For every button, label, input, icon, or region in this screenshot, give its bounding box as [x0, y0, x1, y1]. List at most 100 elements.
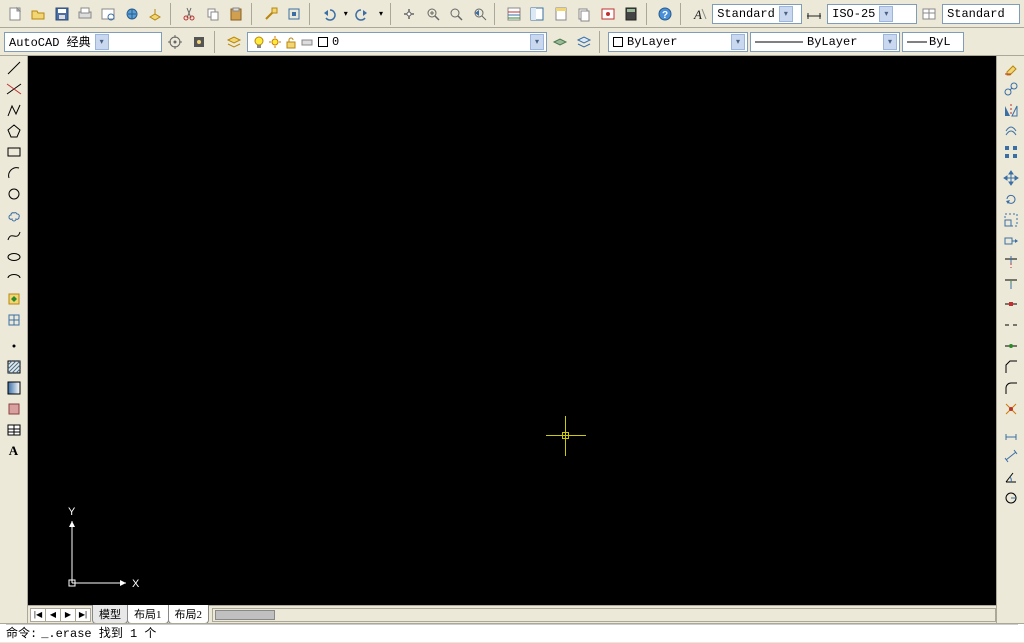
markup-button[interactable]: [597, 3, 618, 25]
ellipse-arc-tool[interactable]: [3, 268, 25, 288]
chamfer-tool[interactable]: [1000, 357, 1022, 377]
open-file-button[interactable]: [27, 3, 48, 25]
tool-palettes-button[interactable]: [550, 3, 571, 25]
plot-button[interactable]: [74, 3, 95, 25]
erase-tool[interactable]: [1000, 58, 1022, 78]
tab-nav-first[interactable]: |◀: [30, 608, 46, 622]
pan-button[interactable]: [399, 3, 420, 25]
zoom-realtime-button[interactable]: [422, 3, 443, 25]
trim-tool[interactable]: [1000, 252, 1022, 272]
table-style-combo[interactable]: Standard: [942, 4, 1020, 24]
workspace-combo[interactable]: AutoCAD 经典 ▾: [4, 32, 162, 52]
dim-style-combo[interactable]: ISO-25 ▾: [827, 4, 917, 24]
drawing-viewport[interactable]: X Y: [28, 56, 996, 605]
properties-button[interactable]: [503, 3, 524, 25]
dimangular-tool[interactable]: [1000, 467, 1022, 487]
color-combo[interactable]: ByLayer ▾: [608, 32, 748, 52]
fillet-tool[interactable]: [1000, 378, 1022, 398]
extend-tool[interactable]: [1000, 273, 1022, 293]
revision-cloud-tool[interactable]: [3, 205, 25, 225]
arc-tool[interactable]: [3, 163, 25, 183]
rectangle-tool[interactable]: [3, 142, 25, 162]
ellipse-tool[interactable]: [3, 247, 25, 267]
layer-previous-button[interactable]: [549, 31, 571, 53]
array-tool[interactable]: [1000, 142, 1022, 162]
polyline-tool[interactable]: [3, 100, 25, 120]
move-tool[interactable]: [1000, 168, 1022, 188]
horizontal-scrollbar[interactable]: [212, 608, 996, 622]
workspace-settings-button[interactable]: [164, 31, 186, 53]
undo-dropdown[interactable]: ▾: [341, 3, 351, 25]
layer-properties-button[interactable]: [223, 31, 245, 53]
my-workspace-button[interactable]: [188, 31, 210, 53]
tab-nav-next[interactable]: ▶: [60, 608, 76, 622]
tab-layout1[interactable]: 布局1: [127, 605, 169, 624]
tablestyle-icon[interactable]: [919, 3, 940, 25]
plot-preview-button[interactable]: [98, 3, 119, 25]
break-tool[interactable]: [1000, 315, 1022, 335]
cut-button[interactable]: [179, 3, 200, 25]
new-file-button[interactable]: [4, 3, 25, 25]
mtext-tool[interactable]: A: [3, 441, 25, 461]
match-prop-button[interactable]: [260, 3, 281, 25]
dropdown-arrow-icon: ▾: [779, 6, 793, 22]
tab-nav-last[interactable]: ▶|: [75, 608, 91, 622]
block-editor-button[interactable]: [283, 3, 304, 25]
break-at-point-tool[interactable]: [1000, 294, 1022, 314]
construction-line-tool[interactable]: [3, 79, 25, 99]
separator: [599, 31, 604, 53]
rotate-tool[interactable]: [1000, 189, 1022, 209]
explode-tool[interactable]: [1000, 399, 1022, 419]
dimradius-tool[interactable]: [1000, 488, 1022, 508]
dimaligned-tool[interactable]: [1000, 446, 1022, 466]
command-area[interactable]: 命令: _.erase 找到 1 个: [0, 623, 1024, 642]
polygon-tool[interactable]: [3, 121, 25, 141]
publish-button[interactable]: [121, 3, 142, 25]
table-tool[interactable]: [3, 420, 25, 440]
redo-dropdown[interactable]: ▾: [376, 3, 386, 25]
insert-block-tool[interactable]: [3, 289, 25, 309]
join-tool[interactable]: [1000, 336, 1022, 356]
lineweight-combo[interactable]: ByL: [902, 32, 964, 52]
gradient-tool[interactable]: [3, 378, 25, 398]
point-tool[interactable]: [3, 336, 25, 356]
design-center-button[interactable]: [527, 3, 548, 25]
hatch-tool[interactable]: [3, 357, 25, 377]
text-style-combo[interactable]: Standard ▾: [712, 4, 802, 24]
quickcalc-button[interactable]: [620, 3, 641, 25]
redo-button[interactable]: [353, 3, 374, 25]
tab-layout2[interactable]: 布局2: [168, 605, 210, 624]
dimlinear-tool[interactable]: [1000, 425, 1022, 445]
layer-states-button[interactable]: [573, 31, 595, 53]
tab-nav-prev[interactable]: ◀: [45, 608, 61, 622]
scale-tool[interactable]: [1000, 210, 1022, 230]
stretch-tool[interactable]: [1000, 231, 1022, 251]
help-button[interactable]: ?: [655, 3, 676, 25]
lineweight-preview-icon: [907, 37, 927, 47]
line-tool[interactable]: [3, 58, 25, 78]
undo-button[interactable]: [318, 3, 339, 25]
zoom-window-button[interactable]: [446, 3, 467, 25]
sheet-set-button[interactable]: [573, 3, 594, 25]
spline-tool[interactable]: [3, 226, 25, 246]
copy-tool[interactable]: [1000, 79, 1022, 99]
linetype-value: ByLayer: [807, 35, 857, 49]
dropdown-arrow-icon: ▾: [883, 34, 897, 50]
dimstyle-icon[interactable]: [804, 3, 825, 25]
offset-tool[interactable]: [1000, 121, 1022, 141]
region-tool[interactable]: [3, 399, 25, 419]
make-block-tool[interactable]: [3, 310, 25, 330]
tab-model[interactable]: 模型: [92, 605, 128, 624]
linetype-combo[interactable]: ByLayer ▾: [750, 32, 900, 52]
paste-button[interactable]: [226, 3, 247, 25]
mirror-tool[interactable]: [1000, 100, 1022, 120]
textstyle-icon[interactable]: A: [689, 3, 710, 25]
circle-tool[interactable]: [3, 184, 25, 204]
layer-combo[interactable]: 0 ▾: [247, 32, 547, 52]
separator: [494, 3, 499, 25]
zoom-previous-button[interactable]: [469, 3, 490, 25]
save-button[interactable]: [51, 3, 72, 25]
separator: [680, 3, 685, 25]
3ddwfpublish-button[interactable]: [144, 3, 165, 25]
copy-button[interactable]: [202, 3, 223, 25]
